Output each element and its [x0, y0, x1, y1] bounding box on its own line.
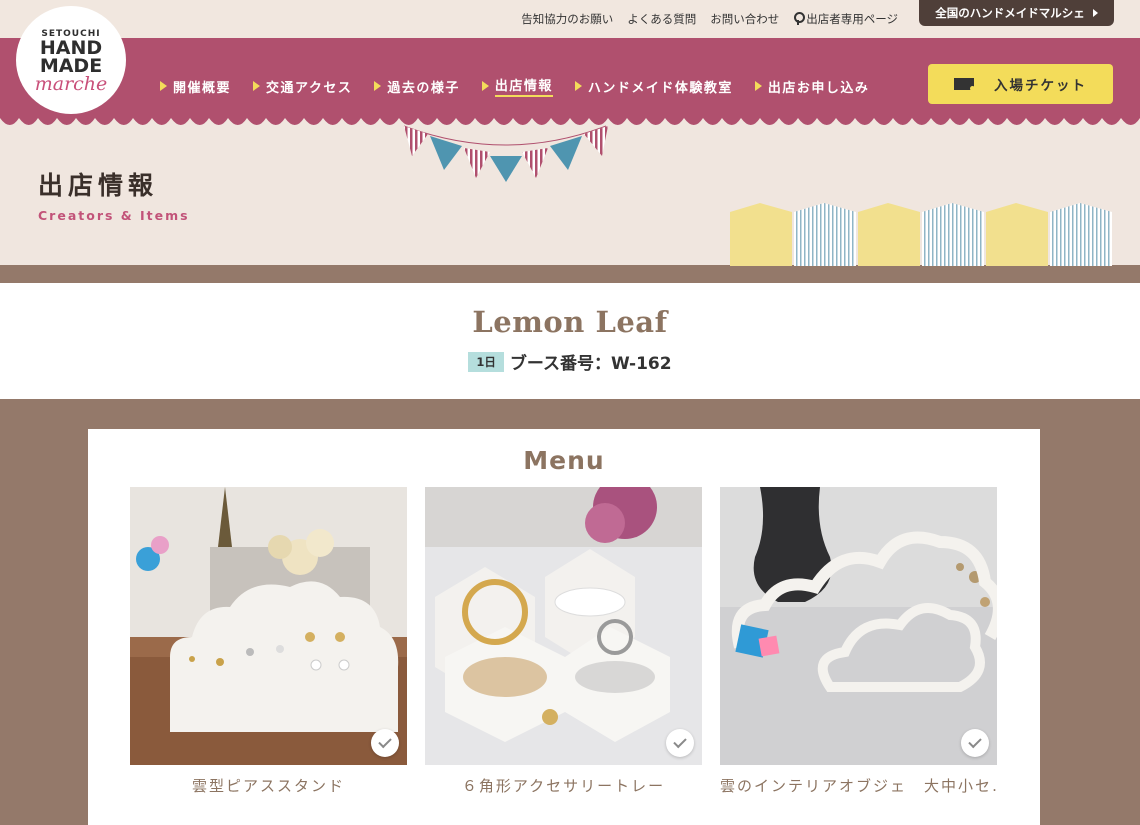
page-title: 出店情報	[38, 171, 159, 200]
triangle-icon	[160, 81, 167, 91]
nav-item-creators[interactable]: 出店情報	[481, 75, 553, 97]
check-icon[interactable]	[666, 729, 694, 757]
site-logo[interactable]: SETOUCHI HAND MADE marche	[16, 6, 126, 114]
nav-item-apply[interactable]: 出店お申し込み	[754, 75, 870, 97]
nav-item-workshop[interactable]: ハンドメイド体験教室	[574, 75, 733, 97]
top-links: 告知協力のお願い よくある質問 お問い合わせ 出店者専用ページ	[521, 11, 898, 27]
menu-item[interactable]: 雲のインテリアオブジェ 大中小セ…	[720, 487, 997, 796]
triangle-icon	[574, 81, 582, 91]
menu-title: Menu	[523, 446, 605, 475]
logo-line-4: marche	[34, 73, 108, 95]
nav-item-access[interactable]: 交通アクセス	[253, 75, 352, 97]
triangle-icon	[481, 81, 489, 91]
national-marche-label: 全国のハンドメイドマルシェ	[935, 6, 1085, 20]
menu-item[interactable]: 雲型ピアススタンド	[130, 487, 407, 796]
national-marche-button[interactable]: 全国のハンドメイドマルシェ	[919, 0, 1114, 26]
top-link-exhibitor[interactable]: 出店者専用ページ	[793, 11, 898, 27]
triangle-icon	[374, 81, 382, 91]
photo-cloud-stand	[130, 487, 407, 765]
nav-item-past[interactable]: 過去の様子	[374, 75, 460, 97]
nav-label: 開催概要	[173, 80, 232, 96]
item-label[interactable]: 雲のインテリアオブジェ 大中小セ…	[720, 775, 997, 796]
top-link-cooperation[interactable]: 告知協力のお願い	[521, 11, 613, 27]
top-link-contact[interactable]: お問い合わせ	[710, 11, 779, 27]
menu-item[interactable]: ６角形アクセサリートレー	[425, 487, 702, 796]
top-bar: 告知協力のお願い よくある質問 お問い合わせ 出店者専用ページ 全国のハンドメイ…	[0, 0, 1140, 38]
triangle-icon	[253, 81, 261, 91]
creator-section: Lemon Leaf 1日 ブース番号：W-162	[0, 283, 1140, 399]
nav-label: 交通アクセス	[266, 80, 353, 96]
check-icon[interactable]	[371, 729, 399, 757]
menu-card: Menu 雲型ピアススタンド ６角形アクセサリートレー 雲のインテリアオブジェ …	[88, 429, 1040, 825]
houses-decoration	[730, 203, 1112, 266]
ticket-label: 入場チケット	[994, 78, 1087, 94]
nav-label: ハンドメイド体験教室	[587, 80, 733, 96]
item-label[interactable]: 雲型ピアススタンド	[130, 775, 407, 796]
map-pin-icon	[793, 12, 806, 25]
ticket-icon	[954, 78, 975, 91]
booth-number: ブース番号：W-162	[509, 354, 672, 374]
item-photo-cloud-objet[interactable]	[720, 487, 997, 765]
ticket-button[interactable]: 入場チケット	[928, 64, 1113, 104]
arrow-right-icon	[1092, 9, 1098, 17]
main-header: 開催概要 交通アクセス 過去の様子 出店情報 ハンドメイド体験教室 出店お申し込…	[0, 38, 1140, 116]
item-photo-cloud-stand[interactable]	[130, 487, 407, 765]
photo-hex-tray	[425, 487, 702, 765]
booth-info: 1日 ブース番号：W-162	[0, 349, 1140, 374]
triangle-icon	[754, 81, 762, 91]
creator-name: Lemon Leaf	[472, 305, 668, 339]
check-icon[interactable]	[961, 729, 989, 757]
nav-label: 出店お申し込み	[767, 80, 870, 96]
divider-strip	[0, 265, 1140, 283]
nav-label: 過去の様子	[387, 80, 460, 96]
photo-cloud-objet	[720, 487, 997, 765]
item-photo-hex-tray[interactable]	[425, 487, 702, 765]
main-nav: 開催概要 交通アクセス 過去の様子 出店情報 ハンドメイド体験教室 出店お申し込…	[160, 75, 869, 97]
item-label[interactable]: ６角形アクセサリートレー	[425, 775, 702, 796]
nav-label: 出店情報	[494, 75, 553, 97]
menu-items: 雲型ピアススタンド ６角形アクセサリートレー 雲のインテリアオブジェ 大中小セ…	[130, 487, 997, 796]
page-subtitle: Creators & Items	[38, 208, 190, 223]
day-badge: 1日	[468, 351, 504, 372]
nav-item-overview[interactable]: 開催概要	[160, 75, 231, 97]
bunting-decoration	[403, 125, 608, 182]
top-link-faq[interactable]: よくある質問	[627, 11, 696, 27]
top-link-exhibitor-label: 出店者専用ページ	[806, 12, 898, 26]
